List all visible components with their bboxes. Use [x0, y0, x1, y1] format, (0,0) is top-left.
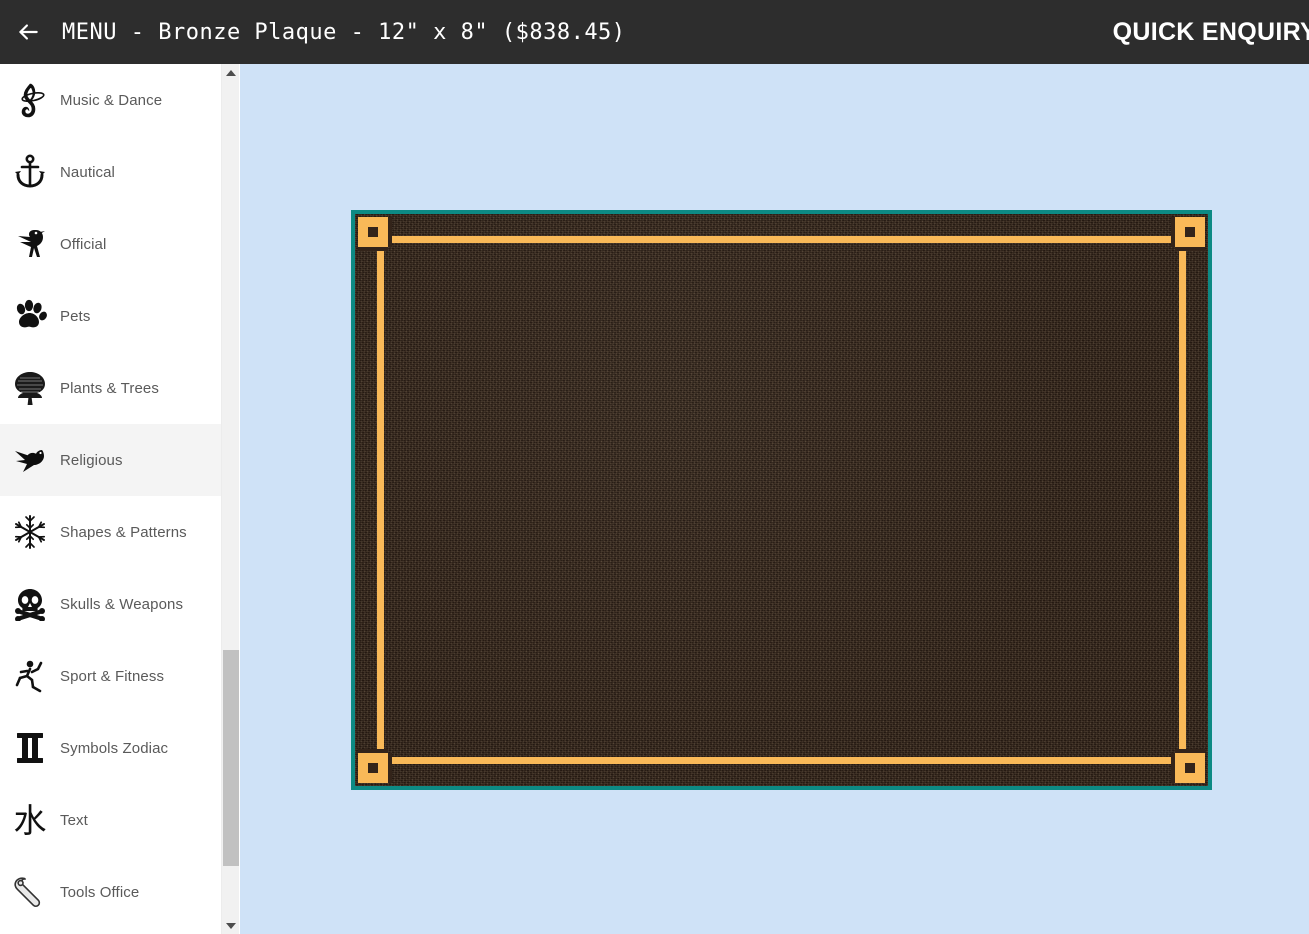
sidebar-scrollbar[interactable] — [221, 64, 239, 934]
tree-icon — [0, 352, 60, 424]
quick-enquiry-button[interactable]: QUICK ENQUIRY — [1113, 18, 1309, 47]
sidebar-item-text[interactable]: 水 Text — [0, 784, 221, 856]
gemini-icon — [0, 712, 60, 784]
triangle-up-icon[interactable] — [222, 64, 240, 81]
angel-icon — [0, 424, 60, 496]
triangle-down-icon[interactable] — [222, 917, 240, 934]
sidebar-item-skulls-weapons[interactable]: Skulls & Weapons — [0, 568, 221, 640]
sidebar-item-label: Symbols Zodiac — [60, 740, 168, 757]
sidebar-item-label: Text — [60, 812, 88, 829]
kanji-water-icon: 水 — [0, 784, 60, 856]
sidebar-item-label: Skulls & Weapons — [60, 596, 183, 613]
sidebar-item-label: Nautical — [60, 164, 115, 181]
sidebar-item-label: Plants & Trees — [60, 380, 159, 397]
sidebar-item-tools-office[interactable]: Tools Office — [0, 856, 221, 928]
back-button[interactable] — [0, 0, 56, 64]
sidebar-item-label: Shapes & Patterns — [60, 524, 187, 541]
skull-crossbones-icon — [0, 568, 60, 640]
sidebar-item-shapes-patterns[interactable]: Shapes & Patterns — [0, 496, 221, 568]
runner-icon — [0, 640, 60, 712]
sidebar-item-label: Religious — [60, 452, 123, 469]
bronze-plaque-preview[interactable] — [351, 210, 1212, 790]
sidebar-item-sport-fitness[interactable]: Sport & Fitness — [0, 640, 221, 712]
sidebar-item-nautical[interactable]: Nautical — [0, 136, 221, 208]
sidebar-item-label: Official — [60, 236, 106, 253]
arrow-left-icon — [15, 19, 41, 45]
category-sidebar[interactable]: Music & Dance Nautical — [0, 64, 221, 934]
sidebar-item-symbols-zodiac[interactable]: Symbols Zodiac — [0, 712, 221, 784]
treble-clef-icon — [0, 64, 60, 136]
product-canvas[interactable] — [240, 64, 1309, 934]
sidebar-scrollbar-thumb[interactable] — [223, 650, 239, 866]
anchor-icon — [0, 136, 60, 208]
sidebar-item-music-dance[interactable]: Music & Dance — [0, 64, 221, 136]
sidebar-item-label: Sport & Fitness — [60, 668, 164, 685]
app-header: MENU - Bronze Plaque - 12" x 8" ($838.45… — [0, 0, 1309, 64]
plaque-face-texture — [355, 214, 1208, 786]
liver-bird-icon — [0, 208, 60, 280]
page-title: MENU - Bronze Plaque - 12" x 8" ($838.45… — [56, 20, 626, 45]
paw-print-icon — [0, 280, 60, 352]
sidebar-item-plants-trees[interactable]: Plants & Trees — [0, 352, 221, 424]
sidebar-item-pets[interactable]: Pets — [0, 280, 221, 352]
sidebar-item-label: Pets — [60, 308, 90, 325]
snowflake-icon — [0, 496, 60, 568]
sidebar-item-label: Tools Office — [60, 884, 139, 901]
sidebar-item-official[interactable]: Official — [0, 208, 221, 280]
sidebar-item-label: Music & Dance — [60, 92, 162, 109]
wrench-icon — [0, 856, 60, 928]
sidebar-item-religious[interactable]: Religious — [0, 424, 221, 496]
